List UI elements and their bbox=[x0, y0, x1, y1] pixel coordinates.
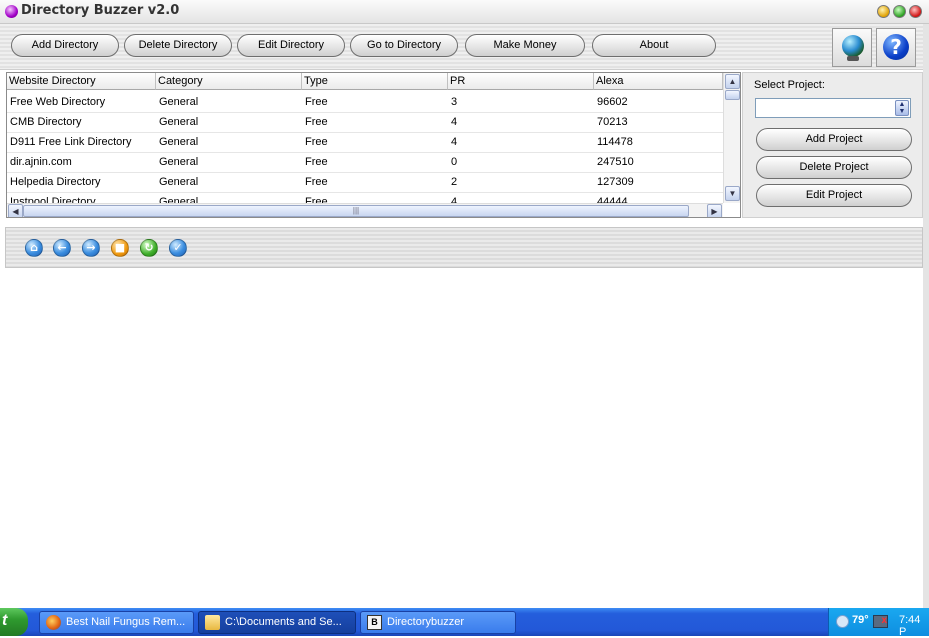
table-cell[interactable]: Free bbox=[302, 132, 448, 152]
table-cell[interactable]: 4 bbox=[448, 132, 594, 152]
help-icon: ? bbox=[883, 34, 909, 60]
horizontal-scroll-thumb[interactable]: ||| bbox=[23, 205, 689, 217]
taskbar-item-directorybuzzer[interactable]: B Directorybuzzer bbox=[360, 611, 516, 634]
minimize-button[interactable] bbox=[877, 5, 890, 18]
table-cell[interactable]: Free bbox=[302, 92, 448, 112]
select-project-label: Select Project: bbox=[754, 79, 825, 91]
check-icon[interactable]: ✓ bbox=[169, 239, 187, 257]
network-disconnected-icon[interactable]: x bbox=[873, 615, 888, 628]
table-cell[interactable]: 4 bbox=[448, 112, 594, 132]
scroll-left-button[interactable]: ◀ bbox=[8, 204, 23, 217]
table-cell[interactable]: Free Web Directory bbox=[7, 92, 156, 112]
app-icon bbox=[5, 5, 18, 18]
table-cell[interactable]: General bbox=[156, 172, 302, 192]
start-button[interactable]: t bbox=[0, 608, 28, 636]
table-cell[interactable]: 127309 bbox=[594, 172, 723, 192]
table-cell[interactable]: 114478 bbox=[594, 132, 723, 152]
table-cell[interactable]: dir.ajnin.com bbox=[7, 152, 156, 172]
taskbar-item-label: C:\Documents and Se... bbox=[225, 616, 342, 628]
directory-table[interactable]: Website Directory Category Type PR Alexa… bbox=[6, 72, 741, 218]
scroll-down-button[interactable]: ▼ bbox=[725, 186, 740, 201]
add-directory-button[interactable]: Add Directory bbox=[11, 34, 119, 57]
updown-arrow-icon[interactable]: ▲ ▼ bbox=[895, 100, 909, 116]
window-title: Directory Buzzer v2.0 bbox=[21, 3, 180, 18]
table-cell[interactable]: 70213 bbox=[594, 112, 723, 132]
taskbar-item-explorer[interactable]: C:\Documents and Se... bbox=[198, 611, 356, 634]
back-icon[interactable]: ← bbox=[53, 239, 71, 257]
edit-project-button[interactable]: Edit Project bbox=[756, 184, 912, 207]
table-cell[interactable]: General bbox=[156, 152, 302, 172]
table-cell[interactable]: General bbox=[156, 132, 302, 152]
help-button[interactable]: ? bbox=[876, 28, 916, 67]
table-cell[interactable]: 3 bbox=[448, 92, 594, 112]
table-cell[interactable]: 2 bbox=[448, 172, 594, 192]
temperature[interactable]: 79° bbox=[852, 614, 869, 626]
go-to-directory-button[interactable]: Go to Directory bbox=[350, 34, 458, 57]
delete-directory-button[interactable]: Delete Directory bbox=[124, 34, 232, 57]
project-select[interactable]: ▲ ▼ bbox=[755, 98, 911, 118]
column-header-pr[interactable]: PR bbox=[448, 73, 594, 90]
make-money-button[interactable]: Make Money bbox=[465, 34, 585, 57]
table-cell[interactable]: 96602 bbox=[594, 92, 723, 112]
clock: 7:44 P bbox=[899, 614, 921, 638]
browser-content[interactable] bbox=[6, 270, 923, 606]
taskbar-item-browser[interactable]: Best Nail Fungus Rem... bbox=[39, 611, 194, 634]
close-button[interactable] bbox=[909, 5, 922, 18]
forward-icon[interactable]: → bbox=[82, 239, 100, 257]
globe-icon bbox=[842, 35, 864, 57]
web-button[interactable] bbox=[832, 28, 872, 67]
add-project-button[interactable]: Add Project bbox=[756, 128, 912, 151]
table-cell[interactable]: Free bbox=[302, 112, 448, 132]
folder-icon bbox=[205, 615, 220, 630]
column-header-type[interactable]: Type bbox=[302, 73, 448, 90]
table-cell[interactable]: Free bbox=[302, 152, 448, 172]
stop-icon[interactable]: ■ bbox=[111, 239, 129, 257]
delete-project-button[interactable]: Delete Project bbox=[756, 156, 912, 179]
app-b-icon: B bbox=[367, 615, 382, 630]
scroll-up-button[interactable]: ▲ bbox=[725, 74, 740, 89]
vertical-scrollbar[interactable]: ▲ ▼ bbox=[723, 73, 740, 203]
about-button[interactable]: About bbox=[592, 34, 716, 57]
maximize-button[interactable] bbox=[893, 5, 906, 18]
taskbar-item-label: Directorybuzzer bbox=[387, 616, 465, 628]
globe-stand bbox=[847, 56, 859, 61]
home-icon[interactable]: ⌂ bbox=[25, 239, 43, 257]
table-cell[interactable]: General bbox=[156, 112, 302, 132]
taskbar-item-label: Best Nail Fungus Rem... bbox=[66, 616, 186, 628]
column-header-website[interactable]: Website Directory bbox=[7, 73, 156, 90]
table-cell[interactable]: CMB Directory bbox=[7, 112, 156, 132]
refresh-icon[interactable]: ↻ bbox=[140, 239, 158, 257]
column-header-category[interactable]: Category bbox=[156, 73, 302, 90]
table-cell[interactable]: 247510 bbox=[594, 152, 723, 172]
edit-directory-button[interactable]: Edit Directory bbox=[237, 34, 345, 57]
table-cell[interactable]: 0 bbox=[448, 152, 594, 172]
table-cell[interactable]: Free bbox=[302, 172, 448, 192]
window-right-edge bbox=[923, 24, 929, 608]
vertical-scroll-thumb[interactable] bbox=[725, 90, 740, 100]
horizontal-scrollbar[interactable]: ◀ ||| ▶ bbox=[7, 203, 723, 217]
table-cell[interactable]: Helpedia Directory bbox=[7, 172, 156, 192]
table-cell[interactable]: D911 Free Link Directory bbox=[7, 132, 156, 152]
scroll-right-button[interactable]: ▶ bbox=[707, 204, 722, 217]
column-header-alexa[interactable]: Alexa bbox=[594, 73, 723, 90]
weather-icon[interactable] bbox=[836, 615, 849, 628]
table-cell[interactable]: General bbox=[156, 92, 302, 112]
firefox-icon bbox=[46, 615, 61, 630]
